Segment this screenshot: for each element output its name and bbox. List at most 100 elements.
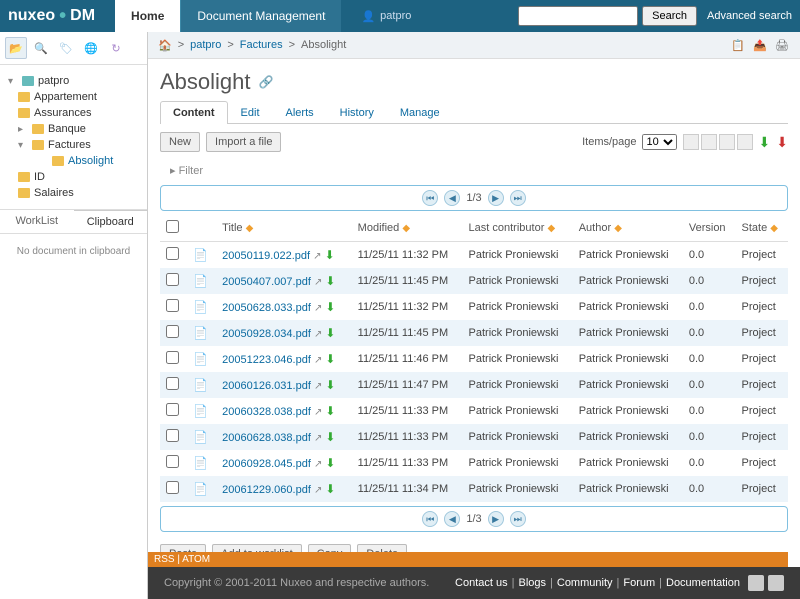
row-checkbox[interactable] — [166, 481, 179, 494]
sort-icon[interactable]: ◆ — [614, 223, 622, 234]
download-icon[interactable]: ⬇ — [325, 274, 335, 288]
view-tiles-icon[interactable] — [737, 134, 753, 150]
items-page-select[interactable]: 10 — [642, 134, 677, 150]
side-tab-tree[interactable]: 📂 — [5, 37, 27, 59]
filter-toggle[interactable]: ▸ Filter — [160, 160, 788, 181]
pager-prev[interactable]: ◀ — [444, 511, 460, 527]
col-title[interactable]: Title — [222, 222, 242, 234]
export-pdf-icon[interactable]: ⬇ — [776, 134, 788, 151]
view-grid-icon[interactable] — [701, 134, 717, 150]
tab-manage[interactable]: Manage — [387, 101, 453, 124]
tree-factures[interactable]: ▾Factures — [4, 137, 143, 153]
tab-edit[interactable]: Edit — [228, 101, 273, 124]
row-checkbox[interactable] — [166, 351, 179, 364]
tab-home[interactable]: Home — [115, 0, 180, 32]
doc-link[interactable]: 20060928.045.pdf — [222, 458, 311, 470]
tab-content[interactable]: Content — [160, 101, 228, 124]
doc-link[interactable]: 20050407.007.pdf — [222, 276, 311, 288]
side-tab-refresh[interactable]: ↻ — [105, 37, 127, 59]
footer-docs[interactable]: Documentation — [666, 577, 740, 589]
search-input[interactable] — [518, 6, 638, 26]
pager-prev[interactable]: ◀ — [444, 190, 460, 206]
tab-worklist[interactable]: WorkList — [0, 210, 74, 233]
col-modified[interactable]: Modified — [358, 222, 400, 234]
search-button[interactable]: Search — [642, 6, 697, 26]
external-link-icon[interactable]: ↗ — [313, 251, 321, 262]
footer-community[interactable]: Community — [557, 577, 613, 589]
view-columns-icon[interactable] — [719, 134, 735, 150]
footer-forum[interactable]: Forum — [623, 577, 655, 589]
doc-link[interactable]: 20060328.038.pdf — [222, 406, 311, 418]
download-icon[interactable]: ⬇ — [325, 456, 335, 470]
download-icon[interactable]: ⬇ — [325, 300, 335, 314]
download-icon[interactable]: ⬇ — [325, 404, 335, 418]
export-excel-icon[interactable]: ⬇ — [759, 134, 771, 151]
sort-icon[interactable]: ◆ — [770, 223, 778, 234]
view-list-icon[interactable] — [683, 134, 699, 150]
external-link-icon[interactable]: ↗ — [314, 433, 322, 444]
linkedin-icon[interactable] — [768, 575, 784, 591]
link-icon[interactable]: 🔗 — [259, 75, 274, 89]
col-version[interactable]: Version — [689, 222, 726, 234]
sort-icon[interactable]: ◆ — [246, 223, 254, 234]
footer-blogs[interactable]: Blogs — [518, 577, 546, 589]
tree-assurances[interactable]: Assurances — [4, 105, 143, 121]
row-checkbox[interactable] — [166, 429, 179, 442]
col-contributor[interactable]: Last contributor — [469, 222, 545, 234]
tab-clipboard[interactable]: Clipboard — [74, 210, 148, 233]
download-icon[interactable]: ⬇ — [325, 482, 335, 496]
print-icon[interactable]: 🖨 — [774, 37, 790, 53]
tree-appartement[interactable]: Appartement — [4, 89, 143, 105]
download-icon[interactable]: ⬇ — [325, 378, 335, 392]
pager-first[interactable]: ⏮ — [422, 511, 438, 527]
external-link-icon[interactable]: ↗ — [314, 355, 322, 366]
tab-document-management[interactable]: Document Management — [180, 0, 341, 32]
external-link-icon[interactable]: ↗ — [314, 381, 322, 392]
import-file-button[interactable]: Import a file — [206, 132, 281, 152]
pager-next[interactable]: ▶ — [488, 511, 504, 527]
row-checkbox[interactable] — [166, 299, 179, 312]
tree-root[interactable]: ▾patpro — [4, 73, 143, 89]
user-menu[interactable]: 👤patpro — [361, 10, 411, 23]
rss-atom-link[interactable]: RSS | ATOM — [148, 552, 788, 567]
row-checkbox[interactable] — [166, 247, 179, 260]
col-author[interactable]: Author — [579, 222, 611, 234]
external-link-icon[interactable]: ↗ — [314, 303, 322, 314]
new-button[interactable]: New — [160, 132, 200, 152]
breadcrumb-factures[interactable]: Factures — [240, 39, 283, 51]
pager-next[interactable]: ▶ — [488, 190, 504, 206]
doc-link[interactable]: 20050928.034.pdf — [222, 328, 311, 340]
doc-link[interactable]: 20051223.046.pdf — [222, 354, 311, 366]
doc-link[interactable]: 20050119.022.pdf — [222, 250, 310, 262]
download-icon[interactable]: ⬇ — [325, 326, 335, 340]
select-all-checkbox[interactable] — [166, 220, 179, 233]
tree-salaires[interactable]: Salaires — [4, 185, 143, 201]
external-link-icon[interactable]: ↗ — [314, 459, 322, 470]
external-link-icon[interactable]: ↗ — [314, 329, 322, 340]
external-link-icon[interactable]: ↗ — [314, 277, 322, 288]
download-icon[interactable]: ⬇ — [325, 248, 335, 262]
download-icon[interactable]: ⬇ — [325, 430, 335, 444]
external-link-icon[interactable]: ↗ — [314, 485, 322, 496]
row-checkbox[interactable] — [166, 455, 179, 468]
pager-last[interactable]: ⏭ — [510, 511, 526, 527]
tab-alerts[interactable]: Alerts — [273, 101, 327, 124]
side-tab-tag[interactable]: 🏷 — [55, 37, 77, 59]
footer-contact[interactable]: Contact us — [455, 577, 508, 589]
row-checkbox[interactable] — [166, 273, 179, 286]
side-tab-search[interactable]: 🔍 — [30, 37, 52, 59]
sort-icon[interactable]: ◆ — [547, 223, 555, 234]
twitter-icon[interactable] — [748, 575, 764, 591]
pager-first[interactable]: ⏮ — [422, 190, 438, 206]
tree-banque[interactable]: ▸Banque — [4, 121, 143, 137]
doc-link[interactable]: 20060126.031.pdf — [222, 380, 311, 392]
side-tab-world[interactable]: 🌐 — [80, 37, 102, 59]
breadcrumb-patpro[interactable]: patpro — [190, 39, 221, 51]
col-state[interactable]: State — [742, 222, 768, 234]
home-icon[interactable]: 🏠 — [158, 39, 172, 52]
tree-absolight[interactable]: Absolight — [4, 153, 143, 169]
row-checkbox[interactable] — [166, 403, 179, 416]
doc-link[interactable]: 20061229.060.pdf — [222, 484, 311, 496]
row-checkbox[interactable] — [166, 377, 179, 390]
tree-id[interactable]: ID — [4, 169, 143, 185]
